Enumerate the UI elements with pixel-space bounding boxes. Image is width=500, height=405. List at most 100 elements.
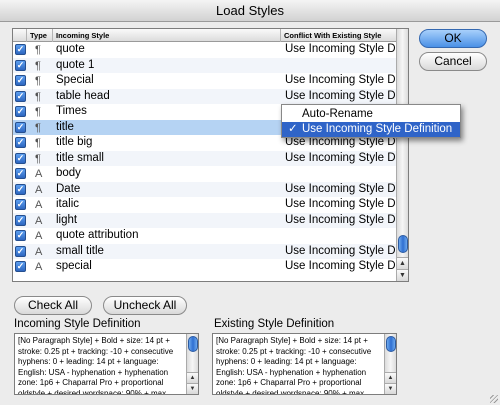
row-checkbox[interactable]: ✓	[15, 245, 26, 257]
paragraph-style-icon: ¶	[35, 59, 41, 72]
row-checkbox[interactable]: ✓	[15, 152, 26, 164]
table-row[interactable]: ✓ A light Use Incoming Style D...	[13, 212, 397, 229]
style-name: table head	[56, 89, 110, 102]
paragraph-style-icon: ¶	[35, 121, 41, 134]
row-checkbox[interactable]: ✓	[15, 168, 26, 179]
style-name: title	[56, 120, 74, 133]
paragraph-style-icon: ¶	[35, 90, 41, 103]
header-type[interactable]: Type	[27, 29, 53, 42]
menu-item-use-incoming[interactable]: ✓ Use Incoming Style Definition	[282, 122, 460, 137]
table-row[interactable]: ✓ ¶ quote 1	[13, 57, 397, 73]
scroll-up-arrow-icon[interactable]: ▲	[397, 257, 408, 269]
conflict-value[interactable]: Use Incoming Style D...	[285, 259, 397, 275]
table-row[interactable]: ✓ A Date Use Incoming Style D...	[13, 181, 397, 198]
style-name: italic	[56, 198, 80, 210]
table-scrollbar-thumb[interactable]	[398, 235, 408, 253]
character-style-icon: A	[35, 214, 43, 227]
character-style-icon: A	[35, 199, 43, 211]
table-row[interactable]: ✓ A special Use Incoming Style D...	[13, 259, 397, 275]
row-checkbox[interactable]: ✓	[15, 137, 26, 148]
row-checkbox[interactable]: ✓	[15, 199, 26, 210]
table-row[interactable]: ✓ A small title Use Incoming Style D...	[13, 243, 397, 260]
header-conflict[interactable]: Conflict With Existing Style	[281, 29, 397, 42]
row-checkbox[interactable]: ✓	[15, 230, 26, 241]
row-checkbox[interactable]: ✓	[15, 90, 26, 102]
existing-definition-box[interactable]: [No Paragraph Style] + Bold + size: 14 p…	[212, 333, 397, 395]
conflict-value[interactable]: Use Incoming Style D...	[285, 73, 397, 89]
table-row[interactable]: ✓ ¶ title small Use Incoming Style D...	[13, 150, 397, 167]
character-style-icon: A	[35, 183, 43, 196]
table-row[interactable]: ✓ ¶ table head Use Incoming Style D...	[13, 88, 397, 105]
incoming-scrollbar-thumb[interactable]	[188, 336, 198, 352]
incoming-definition-box[interactable]: [No Paragraph Style] + Bold + size: 14 p…	[14, 333, 199, 395]
table-scrollbar[interactable]: ▲ ▼	[396, 29, 408, 281]
header-check-column[interactable]	[13, 29, 27, 42]
check-all-button[interactable]: Check All	[14, 296, 92, 315]
conflict-value[interactable]: Use Incoming Style D...	[285, 89, 397, 105]
row-checkbox[interactable]: ✓	[15, 59, 26, 71]
paragraph-style-icon: ¶	[35, 106, 41, 118]
style-name: Special	[56, 74, 94, 86]
paragraph-style-icon: ¶	[35, 137, 41, 149]
row-checkbox[interactable]: ✓	[15, 214, 26, 226]
style-name: title big	[56, 136, 93, 148]
table-rows: ✓ ¶ quote Use Incoming Style D... ✓ ¶ qu…	[13, 42, 397, 275]
row-checkbox[interactable]: ✓	[15, 106, 26, 117]
header-incoming-style[interactable]: Incoming Style	[53, 29, 281, 42]
conflict-value[interactable]: Use Incoming Style D...	[285, 197, 397, 213]
paragraph-style-icon: ¶	[35, 75, 41, 87]
incoming-scrollbar[interactable]: ▲ ▼	[186, 334, 198, 394]
row-checkbox[interactable]: ✓	[15, 121, 26, 133]
style-name: quote	[56, 43, 85, 55]
resize-grip-icon[interactable]	[490, 395, 498, 403]
window-title: Load Styles	[0, 0, 500, 22]
row-checkbox[interactable]: ✓	[15, 183, 26, 195]
row-checkbox[interactable]: ✓	[15, 261, 26, 272]
conflict-popup-menu: Auto-Rename ✓ Use Incoming Style Definit…	[281, 104, 461, 138]
table-row[interactable]: ✓ A italic Use Incoming Style D...	[13, 197, 397, 213]
row-checkbox[interactable]: ✓	[15, 44, 26, 55]
table-header: Type Incoming Style Conflict With Existi…	[13, 29, 397, 42]
menu-item-auto-rename[interactable]: Auto-Rename	[282, 107, 460, 122]
cancel-button[interactable]: Cancel	[419, 52, 487, 71]
conflict-value[interactable]: Use Incoming Style D...	[285, 244, 397, 260]
incoming-definition-text: [No Paragraph Style] + Bold + size: 14 p…	[18, 336, 174, 395]
character-style-icon: A	[35, 245, 43, 258]
scroll-down-arrow-icon[interactable]: ▼	[397, 269, 408, 281]
table-row[interactable]: ✓ ¶ Special Use Incoming Style D...	[13, 73, 397, 89]
incoming-definition-label: Incoming Style Definition	[14, 318, 141, 330]
character-style-icon: A	[35, 168, 43, 180]
scroll-up-arrow-icon[interactable]: ▲	[187, 372, 198, 383]
style-name: special	[56, 260, 92, 272]
style-name: Date	[56, 182, 81, 195]
scroll-down-arrow-icon[interactable]: ▼	[385, 383, 396, 394]
style-name: Times	[56, 105, 87, 117]
uncheck-all-button[interactable]: Uncheck All	[103, 296, 187, 315]
ok-button[interactable]: OK	[419, 29, 487, 48]
menu-item-label: Use Incoming Style Definition	[302, 123, 453, 135]
conflict-value[interactable]: Use Incoming Style D...	[285, 213, 397, 229]
row-checkbox[interactable]: ✓	[15, 75, 26, 86]
style-name: body	[56, 167, 81, 179]
scroll-up-arrow-icon[interactable]: ▲	[385, 372, 396, 383]
character-style-icon: A	[35, 230, 43, 242]
existing-scrollbar-thumb[interactable]	[386, 336, 396, 352]
style-name: light	[56, 213, 78, 226]
table-row[interactable]: ✓ A body	[13, 166, 397, 182]
character-style-icon: A	[35, 261, 43, 273]
table-row[interactable]: ✓ ¶ quote Use Incoming Style D...	[13, 42, 397, 58]
existing-definition-text: [No Paragraph Style] + Bold + size: 14 p…	[216, 336, 372, 395]
style-name: small title	[56, 244, 104, 257]
conflict-value[interactable]: Use Incoming Style D...	[285, 182, 397, 198]
paragraph-style-icon: ¶	[35, 44, 41, 56]
scroll-down-arrow-icon[interactable]: ▼	[187, 383, 198, 394]
table-row[interactable]: ✓ A quote attribution	[13, 228, 397, 244]
style-name: quote attribution	[56, 229, 139, 241]
style-name: quote 1	[56, 58, 95, 71]
existing-definition-label: Existing Style Definition	[214, 318, 335, 330]
existing-scrollbar[interactable]: ▲ ▼	[384, 334, 396, 394]
menu-item-label: Auto-Rename	[302, 108, 373, 120]
conflict-value[interactable]: Use Incoming Style D...	[285, 151, 397, 167]
conflict-value[interactable]: Use Incoming Style D...	[285, 42, 397, 58]
styles-table: Type Incoming Style Conflict With Existi…	[12, 28, 409, 282]
